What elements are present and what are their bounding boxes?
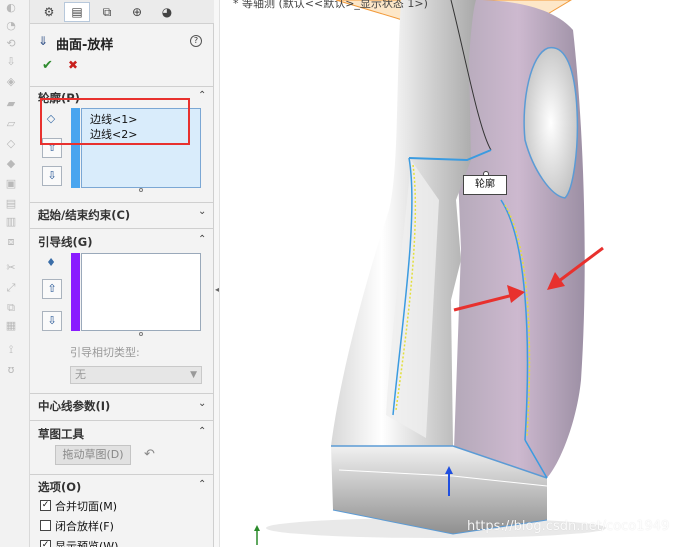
reference-geometry-icon[interactable]: ⟟	[4, 344, 18, 356]
tab-dimxpert-manager[interactable]: ⊕	[124, 2, 150, 22]
curves-tool-icon[interactable]: ʊ	[4, 364, 18, 376]
panel-splitter[interactable]	[214, 0, 220, 547]
list-resize-handle[interactable]	[139, 332, 143, 336]
radiate-tool-icon[interactable]: ▣	[4, 178, 18, 190]
checkbox-label: 合并切面(M)	[55, 500, 118, 513]
collapse-panel-icon[interactable]: ◂	[214, 283, 220, 297]
chevron-down-icon: ▼	[190, 370, 197, 380]
revolve-tool-icon[interactable]: ⟲	[4, 38, 18, 50]
loft-feature-icon: ⇓	[38, 34, 49, 48]
move-down-button[interactable]: ⇩	[42, 311, 62, 331]
profile-highlight-annotation	[40, 98, 190, 145]
property-manager: ⚙ ▤ ⧉ ⊕ ◕ ⇓ 曲面-放样 ? ✔ ✖ 轮廓(P) ⌃ ◇ ⇧ ⇩ 边线…	[30, 0, 214, 547]
guides-section-title[interactable]: 引导线(G)	[38, 234, 92, 250]
divider	[30, 86, 214, 87]
divider	[30, 474, 214, 475]
thicken-tool-icon[interactable]: ▦	[4, 320, 18, 332]
tab-property-manager[interactable]: ▤	[64, 2, 90, 22]
fill-tool-icon[interactable]: ▱	[4, 118, 18, 130]
guide-curve-list[interactable]	[81, 253, 201, 331]
page-title: 曲面-放样	[56, 38, 114, 53]
cube-tool-icon[interactable]: ⧈	[4, 236, 18, 248]
chevron-up-icon[interactable]: ⌃	[198, 234, 206, 245]
chevron-up-icon[interactable]: ⌃	[198, 90, 206, 101]
checkbox-box[interactable]: ✓	[40, 540, 51, 547]
cancel-button[interactable]: ✖	[68, 58, 78, 72]
options-section-title[interactable]: 选项(O)	[38, 479, 81, 495]
ruled-tool-icon[interactable]: ▤	[4, 198, 18, 210]
divider	[30, 202, 214, 203]
loft-tool-icon[interactable]: ◐	[4, 2, 18, 14]
chevron-up-icon[interactable]: ⌃	[198, 479, 206, 490]
divider	[30, 393, 214, 394]
checkbox-label: 显示预览(W)	[55, 540, 119, 547]
guide-selection-icon: ♦	[46, 256, 56, 269]
tab-feature-manager[interactable]: ⚙	[36, 2, 62, 22]
tab-configuration-manager[interactable]: ⧉	[94, 2, 120, 22]
watermark: https://blog.csdn.net/coco1949	[467, 519, 670, 534]
left-toolbar: ◐ ◔ ⟲ ⇩ ◈ ▰ ▱ ◇ ◆ ▣ ▤ ▥ ⧈ ✂ ⤢ ⧉ ▦ ⟟ ʊ	[0, 0, 30, 547]
graphics-viewport[interactable]: * 等轴测 (默认<<默认>_显示状态 1>) 轮廓 https://blog.…	[221, 0, 692, 547]
ok-button[interactable]: ✔	[42, 58, 53, 73]
chevron-up-icon[interactable]: ⌃	[198, 426, 206, 437]
chevron-down-icon[interactable]: ⌄	[198, 398, 206, 409]
model-render	[254, 0, 606, 545]
tangency-type-value: 无	[75, 368, 86, 381]
extend-tool-icon[interactable]: ⤢	[4, 282, 18, 294]
view-orientation-label: * 等轴测 (默认<<默认>_显示状态 1>)	[233, 0, 428, 10]
boundary-tool-icon[interactable]: ◈	[4, 76, 18, 88]
sketch-tools-section-title[interactable]: 草图工具	[38, 426, 84, 442]
constraints-section-title[interactable]: 起始/结束约束(C)	[38, 207, 130, 223]
tangency-type-label: 引导相切类型:	[70, 346, 140, 359]
mid-surface-icon[interactable]: ▥	[4, 216, 18, 228]
checkbox-label: 闭合放样(F)	[55, 520, 114, 533]
manager-tabs: ⚙ ▤ ⧉ ⊕ ◕	[30, 0, 214, 24]
sweep-tool-icon[interactable]: ◔	[4, 20, 18, 32]
offset-tool-icon[interactable]: ◆	[4, 158, 18, 170]
trim-tool-icon[interactable]: ✂	[4, 262, 18, 274]
chevron-down-icon[interactable]: ⌄	[198, 206, 206, 217]
divider	[30, 420, 214, 421]
undo-sketch-drag-icon[interactable]: ↶	[144, 447, 155, 462]
checkbox-box[interactable]	[40, 520, 51, 531]
centerline-section-title[interactable]: 中心线参数(I)	[38, 398, 110, 414]
surface-tool-icon[interactable]: ▰	[4, 98, 18, 110]
move-up-button[interactable]: ⇧	[42, 279, 62, 299]
drag-sketch-button[interactable]: 拖动草图(D)	[55, 445, 131, 465]
help-icon[interactable]: ?	[190, 35, 202, 47]
profile-callout[interactable]: 轮廓	[463, 175, 507, 195]
extrude-tool-icon[interactable]: ⇩	[4, 56, 18, 68]
guide-color-bar	[71, 253, 80, 331]
checkbox-box[interactable]: ✓	[40, 500, 51, 511]
tab-display-manager[interactable]: ◕	[154, 2, 180, 22]
move-down-button[interactable]: ⇩	[42, 166, 62, 186]
planar-tool-icon[interactable]: ◇	[4, 138, 18, 150]
knit-tool-icon[interactable]: ⧉	[4, 302, 18, 314]
tangency-type-select[interactable]: 无 ▼	[70, 366, 202, 384]
divider	[30, 228, 214, 229]
list-resize-handle[interactable]	[139, 188, 143, 192]
